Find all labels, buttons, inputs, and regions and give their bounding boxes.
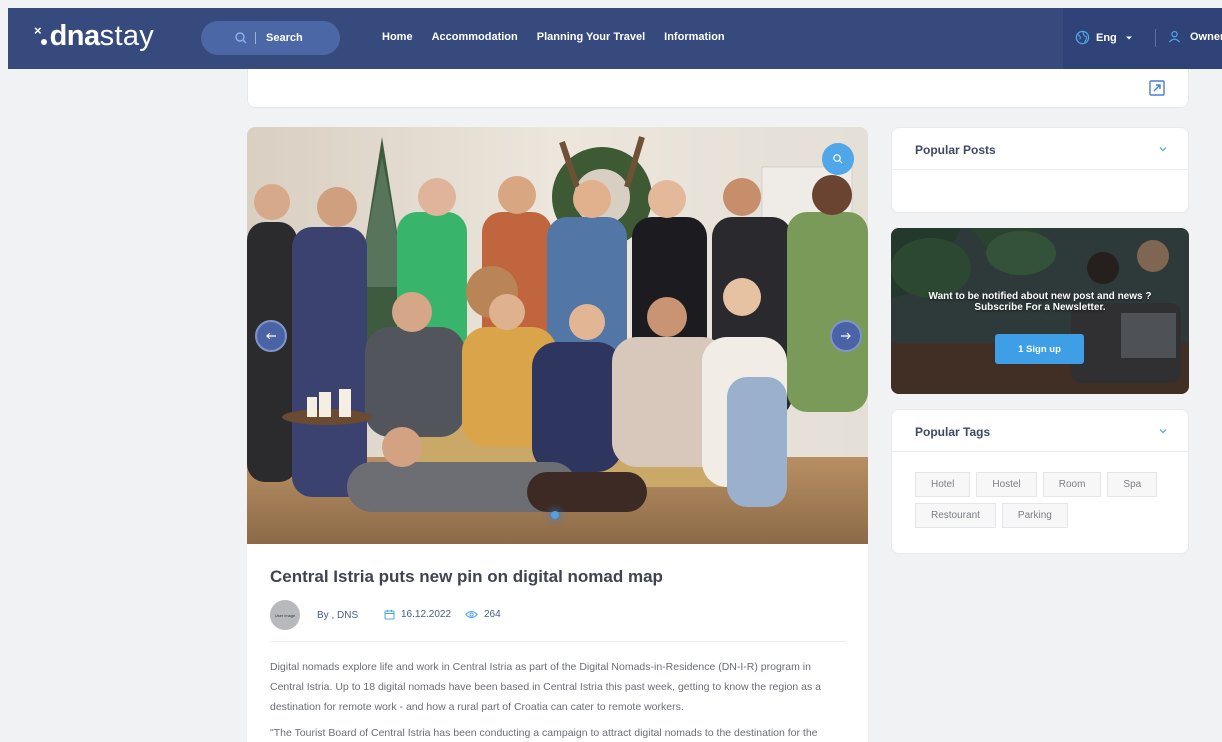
article-paragraph: Digital nomads explore life and work in …: [270, 661, 821, 713]
chevron-down-icon[interactable]: [1158, 427, 1168, 435]
article-meta: User image By , DNS 16.12.2022 264: [270, 600, 846, 642]
popular-tags-widget: Popular Tags Hotel Hostel Room Spa Resto…: [891, 409, 1189, 554]
logo-mark: ×: [34, 23, 42, 38]
chevron-down-icon[interactable]: [1158, 145, 1168, 153]
article-views: 264: [465, 609, 501, 620]
arrow-left-icon: [266, 332, 276, 340]
tag-hostel[interactable]: Hostel: [976, 472, 1037, 497]
logo-bold-text: dna: [49, 20, 101, 52]
main-nav: Home Accommodation Planning Your Travel …: [382, 31, 725, 43]
search-bar[interactable]: Search: [201, 21, 340, 55]
popular-posts-widget: Popular Posts: [891, 127, 1189, 213]
article-paragraph: "The Tourist Board of Central Istria has…: [270, 727, 818, 739]
nav-home[interactable]: Home: [382, 31, 413, 43]
user-icon: [1168, 30, 1181, 43]
tag-parking[interactable]: Parking: [1001, 503, 1068, 528]
header-divider: [1155, 29, 1156, 47]
search-label: Search: [266, 32, 303, 44]
tag-hotel[interactable]: Hotel: [915, 472, 971, 497]
popular-tags-header[interactable]: Popular Tags: [892, 410, 1188, 452]
popular-posts-header[interactable]: Popular Posts: [892, 128, 1188, 170]
popular-posts-title: Popular Posts: [915, 143, 996, 157]
nav-information[interactable]: Information: [664, 31, 725, 43]
dnastay-logo[interactable]: × dna stay: [34, 20, 154, 54]
search-icon: [235, 32, 247, 44]
logo-dot: [40, 39, 47, 45]
nav-planning-your-travel[interactable]: Planning Your Travel: [537, 31, 645, 43]
arrow-right-icon: [841, 332, 851, 340]
external-link-icon[interactable]: [1148, 79, 1166, 97]
newsletter-line-1: Want to be notified about new post and n…: [928, 291, 1152, 302]
newsletter-line-2: Subscribe For a Newsletter.: [974, 302, 1106, 313]
popular-tags-title: Popular Tags: [915, 425, 991, 439]
zoom-icon: [833, 154, 843, 164]
slide-indicator-dot[interactable]: [551, 511, 559, 519]
language-label: Eng: [1096, 31, 1117, 44]
zoom-button[interactable]: [822, 143, 854, 175]
search-divider: [255, 32, 256, 44]
group-photo-illustration: [247, 127, 868, 544]
calendar-icon: [384, 609, 395, 620]
tag-spa[interactable]: Spa: [1107, 472, 1158, 497]
nav-accommodation[interactable]: Accommodation: [432, 31, 518, 43]
newsletter-banner: Want to be notified about new post and n…: [891, 228, 1189, 394]
article-author[interactable]: By , DNS: [317, 610, 358, 621]
signup-button[interactable]: 1 Sign up: [995, 334, 1084, 364]
article-date-text: 16.12.2022: [401, 609, 452, 620]
article-views-count: 264: [484, 609, 501, 620]
newsletter-text: Want to be notified about new post and n…: [891, 291, 1189, 313]
top-navbar: × dna stay Search Home Accommodation Pla…: [8, 8, 1222, 69]
article-photo: [247, 127, 868, 544]
next-slide-button[interactable]: [830, 320, 862, 352]
caret-down-icon: [1125, 36, 1132, 39]
article-title: Central Istria puts new pin on digital n…: [270, 567, 663, 586]
owner-login-link[interactable]: Owner Log: [1168, 30, 1222, 43]
logo-thin-text: stay: [99, 20, 155, 52]
author-avatar: User image: [270, 600, 300, 630]
tag-restourant[interactable]: Restourant: [915, 503, 996, 528]
globe-icon: [1075, 30, 1090, 45]
owner-login-label: Owner Log: [1190, 30, 1222, 43]
tag-list: Hotel Hostel Room Spa Restourant Parking: [915, 472, 1165, 528]
article-date: 16.12.2022: [384, 609, 451, 620]
tag-room[interactable]: Room: [1042, 472, 1102, 497]
article-card: Central Istria puts new pin on digital n…: [247, 127, 868, 742]
language-selector[interactable]: Eng: [1075, 30, 1133, 45]
avatar-placeholder-text: User image: [274, 612, 296, 618]
eye-icon: [465, 611, 478, 618]
previous-slide-button[interactable]: [255, 320, 287, 352]
top-content-strip: [247, 69, 1189, 108]
header-right-panel: Eng Owner Log: [1063, 8, 1222, 69]
article-body: Digital nomads explore life and work in …: [270, 657, 846, 742]
